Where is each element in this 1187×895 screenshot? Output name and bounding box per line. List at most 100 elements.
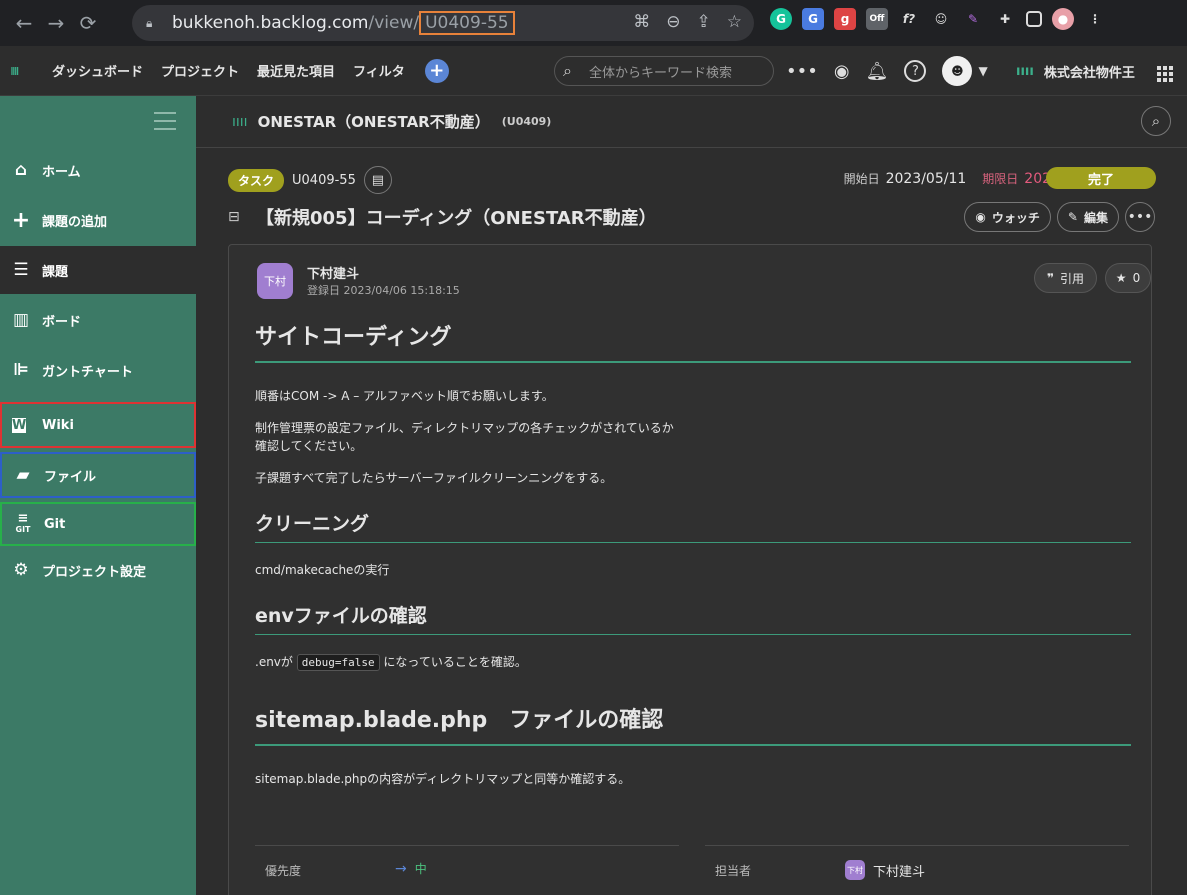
forward-arrow-icon[interactable]: → <box>40 7 72 39</box>
status-badge[interactable]: 完了 <box>1046 167 1156 189</box>
notification-bell-icon[interactable]: 🔔︎ <box>866 61 889 82</box>
subtask-icon: ⊟ <box>228 209 240 225</box>
heading-cleaning: クリーニング <box>255 509 1131 543</box>
assignee-name[interactable]: 下村建斗 <box>873 861 925 880</box>
star-icon: ★ <box>1115 271 1127 285</box>
heading-env-check: envファイルの確認 <box>255 601 1131 635</box>
created-date: 登録日 2023/04/06 15:18:15 <box>307 284 460 297</box>
sidebar-item-home[interactable]: ⌂ ホーム <box>0 146 196 194</box>
edit-button[interactable]: ✎ 編集 <box>1056 202 1119 232</box>
paragraph: sitemap.blade.phpの内容がディレクトリマップと同等か確認する。 <box>255 772 631 786</box>
url-text: bukkenoh.backlog.com/view/U0409-55 <box>172 11 515 35</box>
priority-value: 中 <box>414 862 427 876</box>
profile-avatar-icon[interactable]: ● <box>1052 8 1074 30</box>
browser-toolbar: ← → ⟳ 🔒︎ bukkenoh.backlog.com/view/U0409… <box>0 0 1187 46</box>
nav-dashboard[interactable]: ダッシュボード <box>52 61 143 80</box>
sidebar-item-add-issue[interactable]: + 課題の追加 <box>0 196 196 244</box>
paragraph: 制作管理票の設定ファイル、ディレクトリマップの各チェックがされているか <box>255 421 674 435</box>
copy-clipboard-icon[interactable]: ▤ <box>363 166 392 194</box>
list-icon: ☰ <box>13 260 29 280</box>
puzzle-extension-icon[interactable]: ✚ <box>994 8 1016 30</box>
sidebar-item-gantt[interactable]: ⊫ ガントチャート <box>0 346 196 394</box>
git-icon: ≡ GIT <box>15 510 31 534</box>
sidebar-item-issues[interactable]: ☰ 課題 <box>0 246 196 294</box>
project-key: (U0409) <box>501 115 552 128</box>
backlog-logo-icon[interactable]: ıııı <box>10 63 34 79</box>
issue-title: 【新規005】コーディング（ONESTAR不動産） <box>256 208 657 229</box>
lock-icon: 🔒︎ <box>146 16 153 30</box>
reload-icon[interactable]: ⟳ <box>72 7 104 39</box>
chevron-down-icon[interactable]: ▼ <box>978 64 987 78</box>
nav-recent[interactable]: 最近見た項目 <box>257 61 335 80</box>
sidebar-item-git[interactable]: ≡ GIT Git <box>0 502 196 546</box>
quote-button[interactable]: ❞ 引用 <box>1033 263 1097 293</box>
plus-icon: + <box>11 207 31 233</box>
sidebar-item-project-settings[interactable]: ⚙ プロジェクト設定 <box>0 546 196 594</box>
off-extension-icon[interactable]: Off <box>866 8 888 30</box>
global-search-input[interactable]: ⌕ 全体からキーワード検索 <box>554 56 774 86</box>
project-name[interactable]: ONESTAR（ONESTAR不動産） <box>258 111 490 132</box>
zoom-icon[interactable]: ⊖ <box>666 12 680 32</box>
formula-extension-icon[interactable]: f? <box>898 8 920 30</box>
space-logo-icon: ıııı <box>1016 64 1034 79</box>
translate-extension-icon[interactable]: G <box>802 8 824 30</box>
ghost-extension-icon[interactable]: ☺ <box>930 8 952 30</box>
start-date: 2023/05/11 <box>885 170 967 187</box>
heading-site-coding: サイトコーディング <box>255 319 1131 363</box>
share-icon[interactable]: ⇪ <box>697 12 711 32</box>
translate-icon[interactable]: ⌘ <box>633 12 650 32</box>
gantt-icon: ⊫ <box>13 360 29 380</box>
heading-sitemap-check: sitemap.blade.php ファイルの確認 <box>255 702 1131 746</box>
more-options-icon[interactable]: ••• <box>1125 202 1155 232</box>
search-icon: ⌕ <box>563 61 572 80</box>
help-icon[interactable]: ? <box>904 60 927 82</box>
sidebar-item-board[interactable]: ▥ ボード <box>0 296 196 344</box>
description-body: サイトコーディング 順番はCOM -> A – アルファベット順でお願いします。… <box>255 319 1131 788</box>
nav-filter[interactable]: フィルタ <box>353 61 405 80</box>
paragraph: 子課題すべて完了したらサーバーファイルクリーンニングをする。 <box>255 471 613 485</box>
nav-projects[interactable]: プロジェクト <box>161 61 239 80</box>
paragraph: .envが debug=false になっていることを確認。 <box>255 654 527 671</box>
feather-extension-icon[interactable]: ✎ <box>962 8 984 30</box>
back-arrow-icon[interactable]: ← <box>8 7 40 39</box>
project-search-icon[interactable]: ⌕ <box>1141 106 1171 136</box>
pencil-icon: ✎ <box>1067 210 1078 224</box>
paragraph: 順番はCOM -> A – アルファベット順でお願いします。 <box>255 389 554 403</box>
board-icon: ▥ <box>12 310 30 330</box>
wiki-icon: W <box>12 417 27 433</box>
google-extension-icon[interactable]: g <box>834 8 856 30</box>
user-avatar[interactable]: ☻ <box>942 56 973 86</box>
eye-icon: ◉ <box>975 210 986 224</box>
bookmark-star-icon[interactable]: ☆ <box>727 12 742 32</box>
browser-menu-icon[interactable]: ⋮ <box>1084 8 1106 30</box>
paragraph: 確認してください。 <box>255 439 363 453</box>
sidebar-item-files[interactable]: ▰ ファイル <box>0 452 196 498</box>
folder-icon: ▰ <box>16 465 30 485</box>
author-name[interactable]: 下村建斗 <box>307 263 359 282</box>
top-nav: ダッシュボード プロジェクト 最近見た項目 フィルタ <box>52 61 405 80</box>
star-button[interactable]: ★ 0 <box>1105 263 1151 293</box>
priority-arrow-icon: → <box>395 860 407 877</box>
sidebar: ⌂ ホーム + 課題の追加 ☰ 課題 ▥ ボード ⊫ ガントチャート W Wik… <box>0 96 196 895</box>
sidebar-item-wiki[interactable]: W Wiki <box>0 402 196 448</box>
issue-key: U0409-55 <box>292 172 356 188</box>
inline-code: debug=false <box>296 654 380 671</box>
project-logo-icon: ıııı <box>232 113 248 130</box>
app-header: ıııı ダッシュボード プロジェクト 最近見た項目 フィルタ + ⌕ 全体から… <box>0 46 1187 96</box>
more-dots-icon[interactable]: ••• <box>786 61 818 82</box>
add-plus-icon[interactable]: + <box>424 58 449 83</box>
sidepanel-icon[interactable] <box>1026 11 1042 27</box>
issue-type-tag: タスク <box>228 168 285 192</box>
priority-row: 優先度 → 中 <box>255 845 679 895</box>
watch-button[interactable]: ◉ ウォッチ <box>964 202 1051 232</box>
quote-icon: ❞ <box>1046 271 1054 285</box>
address-bar[interactable]: 🔒︎ bukkenoh.backlog.com/view/U0409-55 ⌘ … <box>132 5 754 41</box>
grammarly-extension-icon[interactable]: G <box>770 8 792 30</box>
company-switcher[interactable]: ıııı 株式会社物件王 <box>1016 62 1135 81</box>
watch-eye-icon[interactable]: ◉ <box>834 61 850 82</box>
url-highlight: U0409-55 <box>419 11 515 35</box>
gear-icon: ⚙ <box>13 560 29 580</box>
hamburger-menu-icon[interactable] <box>154 112 176 136</box>
home-icon: ⌂ <box>14 160 28 180</box>
apps-grid-icon[interactable] <box>1157 66 1173 82</box>
